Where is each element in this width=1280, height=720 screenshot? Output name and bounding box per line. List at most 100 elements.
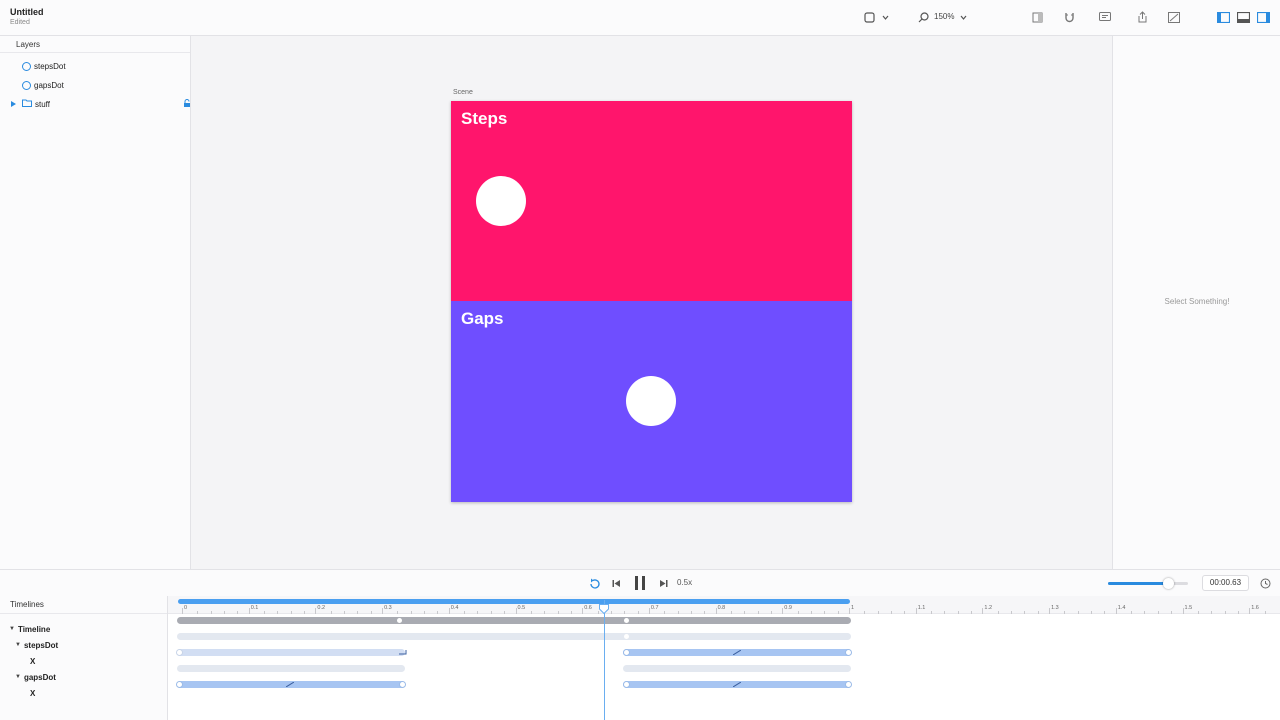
layer-item-gapsdot[interactable]: gapsDot bbox=[0, 77, 190, 93]
ruler-minor-tick bbox=[237, 611, 239, 614]
layer-item-stuff[interactable]: stuff bbox=[0, 96, 190, 112]
ruler-tick-label: 0.4 bbox=[450, 605, 459, 611]
ruler-minor-tick bbox=[1157, 611, 1159, 614]
step-easing-icon[interactable] bbox=[399, 650, 407, 655]
expand-triangle-icon[interactable] bbox=[11, 100, 16, 109]
steps-dot[interactable] bbox=[476, 176, 526, 226]
ruler-minor-tick bbox=[477, 611, 479, 614]
timeline-tree-stepsdot[interactable]: ▼ stepsDot bbox=[15, 638, 58, 652]
ruler-tick bbox=[1049, 608, 1051, 614]
track-timeline-summary[interactable] bbox=[177, 617, 851, 624]
keyframe-marker[interactable] bbox=[397, 618, 402, 623]
pause-icon[interactable] bbox=[632, 576, 648, 590]
toggle-left-panel-icon[interactable] bbox=[1216, 10, 1230, 24]
zoom-search-icon[interactable] bbox=[916, 10, 930, 24]
layer-item-stepsdot[interactable]: stepsDot bbox=[0, 58, 190, 74]
ruler-minor-tick bbox=[704, 611, 706, 614]
scene-label: Scene bbox=[453, 89, 473, 96]
ruler-minor-tick bbox=[810, 611, 812, 614]
linear-easing-icon[interactable] bbox=[733, 650, 741, 655]
keyframe-marker[interactable] bbox=[623, 681, 630, 688]
timeline-tree-gapsdot-x[interactable]: X bbox=[30, 686, 35, 700]
lock-icon[interactable] bbox=[184, 99, 190, 107]
ruler-minor-tick bbox=[1171, 611, 1173, 614]
ruler-minor-tick bbox=[1211, 611, 1213, 614]
gaps-section: Gaps bbox=[451, 301, 852, 502]
ruler-tick bbox=[915, 608, 917, 614]
export-icon[interactable] bbox=[1167, 10, 1181, 24]
track-gapsdot-summary-2[interactable] bbox=[623, 665, 851, 672]
volume-knob[interactable] bbox=[1163, 578, 1174, 589]
expand-triangle-icon[interactable]: ▼ bbox=[9, 626, 15, 632]
keyframe-marker[interactable] bbox=[623, 649, 630, 656]
shape-tool-icon[interactable] bbox=[862, 10, 876, 24]
playback-speed[interactable]: 0.5x bbox=[677, 578, 692, 587]
keyframe-marker[interactable] bbox=[399, 681, 406, 688]
volume-slider[interactable] bbox=[1108, 578, 1188, 589]
track-gapsdot-summary-1[interactable] bbox=[177, 665, 405, 672]
toggle-right-panel-icon[interactable] bbox=[1256, 10, 1270, 24]
linear-easing-icon[interactable] bbox=[286, 682, 294, 687]
playhead-line[interactable] bbox=[603, 600, 605, 720]
ruler-minor-tick bbox=[224, 611, 226, 614]
ruler-minor-tick bbox=[304, 611, 306, 614]
playhead-handle[interactable] bbox=[599, 604, 610, 614]
ruler-tick bbox=[1249, 608, 1251, 614]
track-stepsdot-summary[interactable] bbox=[177, 633, 851, 640]
skip-back-icon[interactable] bbox=[610, 576, 622, 590]
timeline-tracks[interactable]: 0 0.1 0.2 0.3 0.4 0.5 0.6 0.7 0.8 0.9 1 1.1 1.2 1.3 1.… bbox=[168, 596, 1280, 720]
chevron-down-icon[interactable] bbox=[880, 10, 890, 24]
share-icon[interactable] bbox=[1135, 10, 1149, 24]
work-range-bar[interactable] bbox=[178, 599, 850, 604]
tree-label: stepsDot bbox=[23, 640, 59, 650]
ruler-minor-tick bbox=[210, 611, 212, 614]
keyframe-marker[interactable] bbox=[624, 618, 629, 623]
keyframe-marker[interactable] bbox=[176, 681, 183, 688]
current-time[interactable]: 00:00.63 bbox=[1202, 575, 1249, 591]
chevron-down-icon[interactable] bbox=[958, 10, 968, 24]
clock-icon[interactable] bbox=[1258, 576, 1272, 590]
ruler-tick bbox=[782, 608, 784, 614]
zoom-level[interactable]: 150% bbox=[934, 12, 954, 21]
track-stepsdot-x-segment-1[interactable] bbox=[177, 649, 405, 656]
layer-label: stuff bbox=[35, 99, 50, 109]
skip-forward-icon[interactable] bbox=[657, 576, 669, 590]
keyframe-marker[interactable] bbox=[176, 649, 183, 656]
ruler-minor-tick bbox=[944, 611, 946, 614]
timelines-tree-panel: Timelines ▼ Timeline ▼ stepsDot X ▼ gaps… bbox=[0, 596, 168, 720]
ruler-minor-tick bbox=[264, 611, 266, 614]
layer-label: gapsDot bbox=[34, 80, 64, 90]
ruler-tick-label: 0.6 bbox=[584, 605, 592, 611]
loop-icon[interactable] bbox=[588, 576, 602, 590]
magnet-icon[interactable] bbox=[1062, 10, 1076, 24]
expand-triangle-icon[interactable]: ▼ bbox=[15, 642, 21, 648]
linear-easing-icon[interactable] bbox=[733, 682, 741, 687]
expand-triangle-icon[interactable]: ▼ bbox=[15, 674, 21, 680]
gaps-dot[interactable] bbox=[626, 376, 676, 426]
timeline-tree-gapsdot[interactable]: ▼ gapsDot bbox=[15, 670, 56, 684]
ruler-minor-tick bbox=[797, 611, 799, 614]
ruler-tick bbox=[515, 608, 517, 614]
ruler-minor-tick bbox=[490, 611, 492, 614]
scene-artboard[interactable]: Steps Gaps bbox=[451, 101, 852, 502]
timeline-tree-stepsdot-x[interactable]: X bbox=[30, 654, 35, 668]
comment-icon[interactable] bbox=[1098, 10, 1112, 24]
ruler-minor-tick bbox=[370, 611, 372, 614]
align-icon[interactable] bbox=[1030, 10, 1044, 24]
keyframe-marker[interactable] bbox=[845, 681, 852, 688]
ruler-minor-tick bbox=[690, 611, 692, 614]
canvas[interactable]: Scene Steps Gaps bbox=[191, 36, 1112, 569]
ruler-minor-tick bbox=[1091, 611, 1093, 614]
ruler-minor-tick bbox=[1131, 611, 1133, 614]
ruler-minor-tick bbox=[997, 611, 999, 614]
ruler-minor-tick bbox=[730, 611, 732, 614]
keyframe-marker[interactable] bbox=[624, 634, 629, 639]
ruler-minor-tick bbox=[277, 611, 279, 614]
time-ruler[interactable]: 0 0.1 0.2 0.3 0.4 0.5 0.6 0.7 0.8 0.9 1 1.1 1.2 1.3 1.… bbox=[168, 596, 1280, 614]
ruler-tick-label: 1.5 bbox=[1184, 605, 1193, 611]
timeline-tree-root[interactable]: ▼ Timeline bbox=[9, 622, 50, 636]
keyframe-marker[interactable] bbox=[845, 649, 852, 656]
ruler-minor-tick bbox=[544, 611, 546, 614]
toggle-bottom-panel-icon[interactable] bbox=[1236, 10, 1250, 24]
ruler-minor-tick bbox=[904, 611, 906, 614]
